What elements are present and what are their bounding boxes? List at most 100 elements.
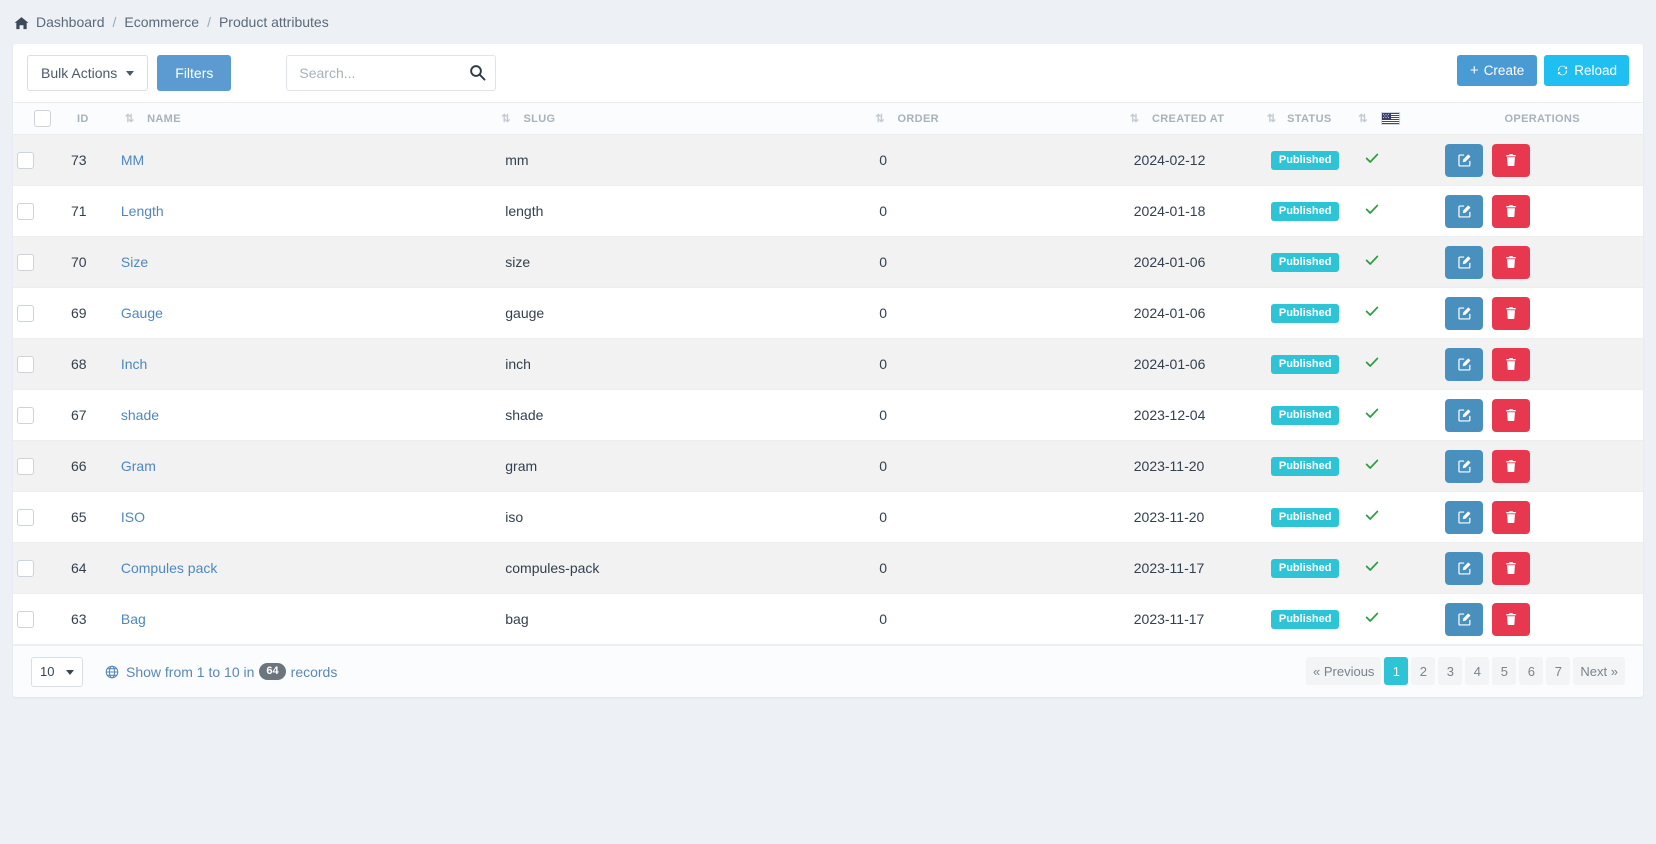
- breadcrumb-item-dashboard[interactable]: Dashboard: [36, 14, 105, 30]
- pagination-page-2[interactable]: 2: [1411, 657, 1436, 685]
- sort-icon-order[interactable]: ⇅: [1130, 112, 1139, 125]
- row-name-link[interactable]: Size: [121, 254, 148, 270]
- breadcrumb-item-ecommerce[interactable]: Ecommerce: [124, 14, 199, 30]
- select-all-checkbox[interactable]: [34, 110, 51, 127]
- row-checkbox[interactable]: [17, 406, 34, 424]
- reload-button-label: Reload: [1574, 62, 1617, 78]
- row-checkbox[interactable]: [17, 508, 34, 526]
- delete-button[interactable]: [1492, 347, 1531, 381]
- create-button-label: Create: [1483, 62, 1525, 78]
- delete-button[interactable]: [1492, 143, 1531, 177]
- row-checkbox[interactable]: [17, 355, 34, 373]
- breadcrumb: Dashboard / Ecommerce / Product attribut…: [0, 0, 1656, 44]
- sort-icon-id[interactable]: ⇅: [125, 112, 134, 125]
- edit-button[interactable]: [1445, 143, 1484, 177]
- th-created-at[interactable]: ⇅ CREATED AT: [1129, 102, 1267, 135]
- pagination-previous[interactable]: « Previous: [1306, 657, 1382, 685]
- delete-button[interactable]: [1492, 551, 1531, 585]
- row-created-at: 2024-01-06: [1129, 236, 1267, 288]
- delete-button[interactable]: [1492, 500, 1531, 534]
- create-button[interactable]: + Create: [1456, 55, 1538, 86]
- row-name-link[interactable]: Length: [121, 203, 164, 219]
- search-input[interactable]: [286, 55, 497, 91]
- row-checkbox[interactable]: [17, 457, 34, 475]
- row-order: 0: [875, 440, 1130, 492]
- delete-button[interactable]: [1492, 296, 1531, 330]
- row-created-at: 2023-12-04: [1129, 389, 1267, 441]
- row-operations-cell: [1441, 491, 1643, 543]
- row-checkbox[interactable]: [17, 202, 34, 220]
- row-select-cell: [13, 236, 68, 288]
- reload-button[interactable]: Reload: [1544, 55, 1629, 86]
- row-checkbox[interactable]: [17, 253, 34, 271]
- delete-button[interactable]: [1492, 449, 1531, 483]
- edit-button[interactable]: [1445, 398, 1484, 432]
- row-checkbox[interactable]: [17, 151, 34, 169]
- row-status-cell: Published: [1266, 491, 1359, 543]
- row-id: 67: [67, 389, 117, 441]
- row-name-link[interactable]: Gauge: [121, 305, 163, 321]
- edit-button[interactable]: [1445, 500, 1484, 534]
- sort-icon-created-at[interactable]: ⇅: [1267, 112, 1276, 125]
- row-translated-cell: [1358, 185, 1442, 237]
- per-page-select[interactable]: 102550100: [31, 656, 83, 687]
- delete-button[interactable]: [1492, 194, 1531, 228]
- th-slug[interactable]: ⇅ SLUG: [501, 102, 876, 135]
- delete-button[interactable]: [1492, 398, 1531, 432]
- pagination-page-4[interactable]: 4: [1465, 657, 1490, 685]
- row-checkbox[interactable]: [17, 559, 34, 577]
- th-status[interactable]: ⇅ STATUS: [1266, 102, 1359, 135]
- edit-button[interactable]: [1445, 551, 1484, 585]
- pagination-page-1[interactable]: 1: [1384, 657, 1409, 685]
- breadcrumb-separator-2: /: [207, 14, 211, 30]
- row-name-link[interactable]: Bag: [121, 611, 146, 627]
- row-id: 73: [67, 134, 117, 186]
- row-operations-cell: [1441, 389, 1643, 441]
- sort-icon-slug[interactable]: ⇅: [875, 112, 884, 125]
- records-info: Show from 1 to 10 in 64 records: [105, 663, 337, 680]
- row-status-cell: Published: [1266, 134, 1359, 186]
- bulk-actions-dropdown[interactable]: Bulk Actions: [27, 55, 149, 91]
- row-name-link[interactable]: MM: [121, 152, 144, 168]
- pagination-page-3[interactable]: 3: [1438, 657, 1463, 685]
- edit-button[interactable]: [1445, 296, 1484, 330]
- row-status-cell: Published: [1266, 542, 1359, 594]
- pagination-page-5[interactable]: 5: [1492, 657, 1517, 685]
- th-id[interactable]: ID: [67, 102, 117, 135]
- row-name-link[interactable]: Inch: [121, 356, 147, 372]
- row-checkbox[interactable]: [17, 610, 34, 628]
- row-name-cell: Gram: [116, 440, 502, 492]
- delete-button[interactable]: [1492, 602, 1531, 636]
- delete-button[interactable]: [1492, 245, 1531, 279]
- pagination-page-6[interactable]: 6: [1519, 657, 1544, 685]
- row-checkbox[interactable]: [17, 304, 34, 322]
- sort-icon-status[interactable]: ⇅: [1358, 112, 1367, 125]
- row-select-cell: [13, 542, 68, 594]
- check-icon: [1364, 612, 1380, 629]
- row-name-link[interactable]: Gram: [121, 458, 156, 474]
- edit-button[interactable]: [1445, 602, 1484, 636]
- pagination-next[interactable]: Next »: [1573, 657, 1625, 685]
- pagination-page-7[interactable]: 7: [1546, 657, 1571, 685]
- row-name-link[interactable]: ISO: [121, 509, 145, 525]
- sort-icon-name[interactable]: ⇅: [501, 112, 510, 125]
- row-order: 0: [875, 389, 1130, 441]
- edit-button[interactable]: [1445, 347, 1484, 381]
- row-order: 0: [875, 338, 1130, 390]
- check-icon: [1364, 306, 1380, 323]
- edit-button[interactable]: [1445, 245, 1484, 279]
- row-order: 0: [875, 287, 1130, 339]
- th-order[interactable]: ⇅ ORDER: [875, 102, 1130, 135]
- reload-icon: [1556, 64, 1569, 77]
- row-created-at: 2024-01-06: [1129, 338, 1267, 390]
- row-translated-cell: [1358, 338, 1442, 390]
- edit-button[interactable]: [1445, 449, 1484, 483]
- row-name-link[interactable]: Compules pack: [121, 560, 218, 576]
- row-created-at: 2023-11-20: [1129, 491, 1267, 543]
- row-name-link[interactable]: shade: [121, 407, 159, 423]
- row-name-cell: Bag: [116, 593, 502, 645]
- edit-button[interactable]: [1445, 194, 1484, 228]
- th-name[interactable]: ⇅ NAME: [116, 102, 502, 135]
- table-header: ID ⇅ NAME ⇅ SLUG ⇅ ORDER ⇅ CREATED AT ⇅ …: [13, 102, 1643, 135]
- filters-button[interactable]: Filters: [157, 55, 232, 91]
